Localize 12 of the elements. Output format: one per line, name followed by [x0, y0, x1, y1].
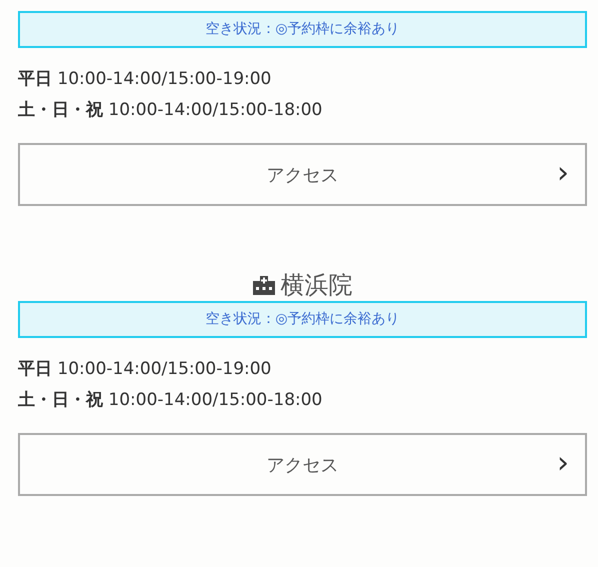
availability-banner: 空き状況：◎予約枠に余裕あり [18, 301, 587, 338]
chevron-icon: › [557, 448, 569, 478]
clinic-name: 横浜院 [280, 270, 352, 301]
opening-hours-text: 土・日・祝 10:00-14:00/15:00-18:00 [18, 99, 324, 122]
availability-banner: 空き状況：◎予約枠に余裕あり [18, 11, 587, 48]
opening-hours-text: 平日 10:00-14:00/15:00-19:00 [18, 68, 272, 91]
opening-hours-text: 平日 10:00-14:00/15:00-19:00 [18, 358, 272, 381]
chevron-icon: › [557, 158, 569, 188]
opening-hours-text: 土・日・祝 10:00-14:00/15:00-18:00 [18, 389, 324, 412]
access-button[interactable]: アクセス › [18, 143, 587, 206]
hospital-icon [252, 276, 274, 294]
access-button[interactable]: アクセス › [18, 433, 587, 496]
